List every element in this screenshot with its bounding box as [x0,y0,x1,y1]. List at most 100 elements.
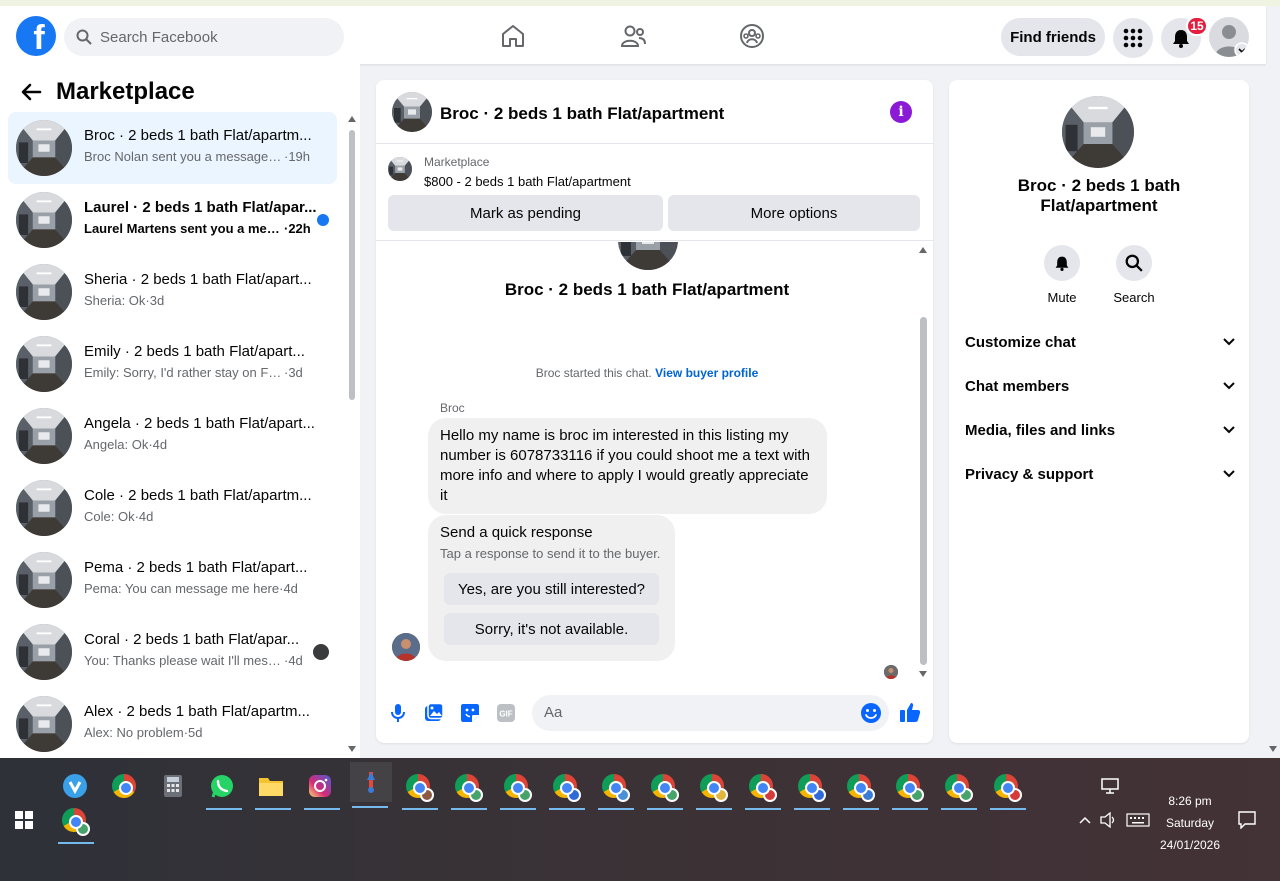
mark-as-pending-button[interactable]: Mark as pending [388,195,663,231]
message-input[interactable] [544,704,844,721]
volume-icon[interactable] [1098,802,1120,838]
keyboard-icon[interactable] [1124,802,1152,838]
facebook-logo-icon[interactable]: f [16,16,56,56]
message-input-box[interactable] [532,695,889,731]
conversation-item[interactable]: Pema · 2 beds 1 bath Flat/apart... Pema: … [8,544,337,616]
conversation-time: ·4d [134,509,154,524]
listing-price[interactable]: $800 - 2 beds 1 bath Flat/apartment [424,174,631,189]
chrome-window-icon[interactable] [890,768,928,810]
conversation-title: Alex · 2 beds 1 bath Flat/apartm... [84,703,310,720]
calculator-icon[interactable] [155,768,191,804]
thumbs-up-icon[interactable] [899,701,921,723]
quick-response-title: Send a quick response [440,524,593,541]
chrome-window-icon[interactable] [694,768,732,810]
gif-icon[interactable]: GIF [495,702,517,724]
quick-response-option[interactable]: Sorry, it's not available. [444,613,659,645]
back-arrow-icon[interactable] [20,81,42,103]
photo-icon[interactable] [423,702,445,724]
chrome-window-icon[interactable] [841,768,879,810]
chevron-up-icon[interactable] [1075,802,1095,838]
conversation-item[interactable]: Cole · 2 beds 1 bath Flat/apartm... Cole:… [8,472,337,544]
apartment-photo-icon [16,408,72,464]
view-buyer-profile-link[interactable]: View buyer profile [655,366,758,380]
conversation-thumbnail [16,336,72,392]
sidebar-scrollbar[interactable] [347,114,357,754]
customize-chat-row[interactable]: Customize chat [965,328,1235,356]
windows-taskbar: 8:26 pm Saturday 24/01/2026 [0,758,1280,881]
conversation-snippet: Emily: Sorry, I'd rather stay on Face... [84,365,284,380]
friends-icon[interactable] [619,22,647,50]
quick-response-option[interactable]: Yes, are you still interested? [444,573,659,605]
chrome-window-icon[interactable] [988,768,1026,810]
menu-grid-button[interactable] [1113,18,1153,58]
chrome-window-icon[interactable] [743,768,781,810]
conversation-item[interactable]: Angela · 2 beds 1 bath Flat/apart... Ange… [8,400,337,472]
chrome-window-icon[interactable] [645,768,683,810]
listing-photo [618,242,678,270]
message-thread: Broc · 2 beds 1 bath Flat/apartment Broc… [376,242,933,682]
groups-icon[interactable] [738,22,766,50]
search-icon [1125,254,1143,272]
chrome-window-icon[interactable] [939,768,977,810]
desktop-icon[interactable] [1092,768,1128,804]
message-scrollbar[interactable] [917,247,929,677]
more-options-button[interactable]: More options [668,195,920,231]
chrome-window-icon[interactable] [449,768,487,810]
listing-thumbnail[interactable] [392,92,432,132]
file-explorer-icon[interactable] [253,768,291,810]
search-box[interactable] [64,18,344,56]
chrome-icon[interactable] [106,768,142,804]
apartment-photo-icon [388,157,412,181]
apartment-photo-icon [392,92,432,132]
app-icon[interactable] [57,768,93,804]
conversation-title: Broc · 2 beds 1 bath Flat/apartm... [84,127,312,144]
windows-start-icon[interactable] [0,802,48,838]
conversation-item[interactable]: Alex · 2 beds 1 bath Flat/apartm... Alex:… [8,688,337,760]
apartment-photo-icon [16,624,72,680]
chrome-window-icon[interactable] [400,768,438,810]
conversation-item[interactable]: Broc · 2 beds 1 bath Flat/apartm... Broc … [8,112,337,184]
search-conversation-button[interactable]: Search [1104,245,1164,305]
microphone-icon[interactable] [387,702,409,724]
find-friends-button[interactable]: Find friends [1001,18,1105,56]
account-avatar[interactable] [1209,17,1249,57]
listing-source-label: Marketplace [424,155,490,169]
chrome-window-icon[interactable] [498,768,536,810]
media-files-links-row[interactable]: Media, files and links [965,416,1235,444]
details-listing-photo[interactable] [1062,96,1134,168]
clock-date: 24/01/2026 [1159,838,1221,852]
search-input[interactable] [100,28,320,46]
listing-bar: Marketplace $800 - 2 beds 1 bath Flat/ap… [376,145,933,241]
info-icon[interactable]: i [890,101,912,123]
chrome-window-icon[interactable] [792,768,830,810]
chat-title[interactable]: Broc · 2 beds 1 bath Flat/apartment [440,104,724,124]
conversation-thumbnail [16,120,72,176]
conversation-item[interactable]: Coral · 2 beds 1 bath Flat/apar... You: T… [8,616,337,688]
chevron-down-icon [1223,382,1235,390]
home-icon[interactable] [499,22,527,50]
conversation-thumbnail [16,480,72,536]
sender-avatar[interactable] [392,633,420,661]
conversation-item[interactable]: Emily · 2 beds 1 bath Flat/apart... Emily… [8,328,337,400]
top-navigation-bar: f Find friends 15 [0,6,1266,64]
conversation-item[interactable]: Sheria · 2 beds 1 bath Flat/apart... Sher… [8,256,337,328]
grid-icon [1123,28,1143,48]
system-clock[interactable]: 8:26 pm Saturday 24/01/2026 [1150,790,1230,856]
conversation-title: Pema · 2 beds 1 bath Flat/apart... [84,559,308,576]
chat-members-row[interactable]: Chat members [965,372,1235,400]
app-icon[interactable] [350,762,392,808]
chrome-window-icon[interactable] [596,768,634,810]
emoji-icon[interactable] [860,702,882,724]
apartment-photo-icon [618,242,678,270]
mute-button[interactable]: Mute [1032,245,1092,305]
privacy-support-row[interactable]: Privacy & support [965,460,1235,488]
chrome-window-icon[interactable] [547,768,585,810]
conversation-item[interactable]: Laurel · 2 beds 1 bath Flat/apar... Laure… [8,184,337,256]
notification-center-icon[interactable] [1232,802,1262,838]
chrome-icon[interactable] [56,802,94,844]
instagram-icon[interactable] [302,768,340,810]
whatsapp-icon[interactable] [204,768,242,810]
page-scrollbar[interactable] [1266,64,1280,758]
conversation-time: ·4d [148,437,168,452]
sticker-icon[interactable] [459,702,481,724]
